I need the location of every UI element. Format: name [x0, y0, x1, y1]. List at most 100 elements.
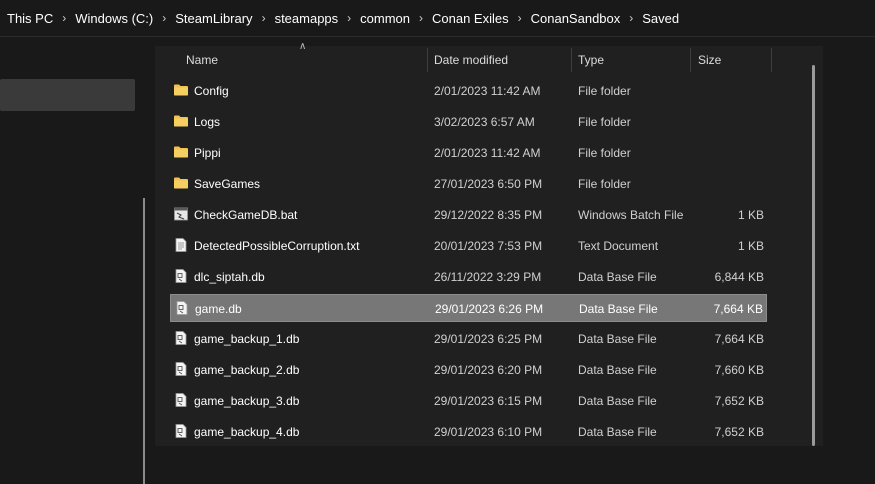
- file-type: Windows Batch File: [578, 208, 684, 222]
- file-name: dlc_siptah.db: [194, 270, 265, 284]
- file-date-modified: 2/01/2023 11:42 AM: [434, 84, 541, 98]
- file-name: SaveGames: [194, 177, 261, 191]
- file-name: Config: [194, 84, 229, 98]
- column-divider[interactable]: [571, 48, 572, 72]
- db-file-icon: [173, 362, 189, 376]
- breadcrumb-item-steamlibrary[interactable]: SteamLibrary: [175, 11, 252, 26]
- chevron-right-icon[interactable]: ›: [518, 11, 522, 25]
- breadcrumb-item-conansandbox[interactable]: ConanSandbox: [531, 11, 621, 26]
- db-file-icon: [173, 424, 189, 438]
- file-row[interactable]: Logs 3/02/2023 6:57 AM File folder: [170, 108, 767, 136]
- vertical-scrollbar[interactable]: [812, 65, 815, 446]
- column-divider[interactable]: [427, 48, 428, 72]
- file-date-modified: 3/02/2023 6:57 AM: [434, 115, 535, 129]
- file-size: 1 KB: [737, 239, 764, 253]
- breadcrumb-item-conan-exiles[interactable]: Conan Exiles: [432, 11, 509, 26]
- file-name: game_backup_1.db: [194, 332, 300, 346]
- file-name: Logs: [194, 115, 221, 129]
- breadcrumb: This PC › Windows (C:) › SteamLibrary › …: [0, 0, 875, 37]
- file-size: 7,664 KB: [714, 332, 764, 346]
- folder-icon: [173, 114, 189, 128]
- file-name: game_backup_2.db: [194, 363, 300, 377]
- file-date-modified: 29/01/2023 6:15 PM: [434, 394, 543, 408]
- file-date-modified: 29/01/2023 6:20 PM: [434, 363, 543, 377]
- file-row[interactable]: game_backup_2.db 29/01/2023 6:20 PM Data B…: [170, 356, 767, 384]
- file-size: 1 KB: [737, 208, 764, 222]
- file-row[interactable]: game_backup_3.db 29/01/2023 6:15 PM Data B…: [170, 387, 767, 415]
- nav-item-selected[interactable]: [0, 79, 135, 111]
- file-row[interactable]: SaveGames 27/01/2023 6:50 PM File folder: [170, 170, 767, 198]
- breadcrumb-item-saved[interactable]: Saved: [642, 11, 679, 26]
- file-row[interactable]: game.db 29/01/2023 6:26 PM Data Base File 7…: [170, 294, 767, 322]
- file-type: File folder: [578, 84, 631, 98]
- file-date-modified: 26/11/2022 3:29 PM: [434, 270, 542, 284]
- file-date-modified: 27/01/2023 6:50 PM: [434, 177, 543, 191]
- file-type: Text Document: [578, 239, 659, 253]
- file-row[interactable]: dlc_siptah.db 26/11/2022 3:29 PM Data Base…: [170, 263, 767, 291]
- file-date-modified: 20/01/2023 7:53 PM: [434, 239, 543, 253]
- chevron-right-icon[interactable]: ›: [347, 11, 351, 25]
- chevron-right-icon[interactable]: ›: [62, 11, 66, 25]
- file-type: Data Base File: [578, 270, 657, 284]
- sort-ascending-icon: ∧: [299, 41, 307, 52]
- folder-icon: [173, 176, 189, 190]
- file-type: File folder: [578, 146, 631, 160]
- file-date-modified: 29/01/2023 6:26 PM: [435, 302, 544, 316]
- breadcrumb-item-windows-c[interactable]: Windows (C:): [75, 11, 153, 26]
- breadcrumb-item-this-pc[interactable]: This PC: [7, 11, 53, 26]
- file-size: 7,652 KB: [714, 394, 764, 408]
- file-date-modified: 29/12/2022 8:35 PM: [434, 208, 543, 222]
- column-header-date-modified[interactable]: Date modified: [434, 53, 508, 67]
- file-row[interactable]: Pippi 2/01/2023 11:42 AM File folder: [170, 139, 767, 167]
- column-header: ∧ Name Date modified Type Size: [155, 41, 823, 74]
- file-name: game_backup_3.db: [194, 394, 300, 408]
- file-date-modified: 2/01/2023 11:42 AM: [434, 146, 541, 160]
- file-row[interactable]: DetectedPossibleCorruption.txt 20/01/2023…: [170, 232, 767, 260]
- file-type: Data Base File: [578, 425, 657, 439]
- file-row[interactable]: Config 2/01/2023 11:42 AM File folder: [170, 77, 767, 105]
- file-name: CheckGameDB.bat: [194, 208, 298, 222]
- column-header-type[interactable]: Type: [578, 53, 604, 67]
- file-row[interactable]: game_backup_1.db 29/01/2023 6:25 PM Data B…: [170, 325, 767, 353]
- folder-icon: [173, 145, 189, 159]
- file-row[interactable]: game_backup_4.db 29/01/2023 6:10 PM Data B…: [170, 418, 767, 446]
- file-type: File folder: [578, 177, 631, 191]
- folder-icon: [173, 83, 189, 97]
- file-type: Data Base File: [578, 363, 657, 377]
- file-name: Pippi: [194, 146, 221, 160]
- column-divider[interactable]: [690, 48, 691, 72]
- text-file-icon: [173, 238, 189, 252]
- breadcrumb-item-common[interactable]: common: [360, 11, 410, 26]
- file-date-modified: 29/01/2023 6:25 PM: [434, 332, 543, 346]
- column-header-size[interactable]: Size: [698, 53, 721, 67]
- right-gutter: [823, 38, 875, 446]
- file-date-modified: 29/01/2023 6:10 PM: [434, 425, 543, 439]
- navigation-pane: [0, 38, 145, 484]
- file-size: 7,660 KB: [714, 363, 764, 377]
- db-file-icon: [174, 301, 190, 315]
- file-type: Data Base File: [579, 302, 658, 316]
- chevron-right-icon[interactable]: ›: [629, 11, 633, 25]
- file-size: 7,652 KB: [714, 425, 764, 439]
- file-name: DetectedPossibleCorruption.txt: [194, 239, 360, 253]
- file-type: Data Base File: [578, 332, 657, 346]
- file-type: File folder: [578, 115, 631, 129]
- file-name: game.db: [195, 302, 242, 316]
- file-size: 6,844 KB: [714, 270, 764, 284]
- breadcrumb-item-steamapps[interactable]: steamapps: [275, 11, 339, 26]
- db-file-icon: [173, 331, 189, 345]
- nav-scrollbar[interactable]: [143, 198, 145, 484]
- db-file-icon: [173, 393, 189, 407]
- file-type: Data Base File: [578, 394, 657, 408]
- column-divider[interactable]: [771, 48, 772, 72]
- file-list: ∧ Name Date modified Type Size Config 2/0…: [155, 41, 823, 446]
- batch-file-icon: [173, 207, 189, 221]
- file-row[interactable]: CheckGameDB.bat 29/12/2022 8:35 PM Windows…: [170, 201, 767, 229]
- column-header-name[interactable]: Name: [186, 53, 218, 67]
- chevron-right-icon[interactable]: ›: [419, 11, 423, 25]
- file-size: 7,664 KB: [713, 302, 763, 316]
- file-name: game_backup_4.db: [194, 425, 300, 439]
- chevron-right-icon[interactable]: ›: [162, 11, 166, 25]
- chevron-right-icon[interactable]: ›: [262, 11, 266, 25]
- db-file-icon: [173, 269, 189, 283]
